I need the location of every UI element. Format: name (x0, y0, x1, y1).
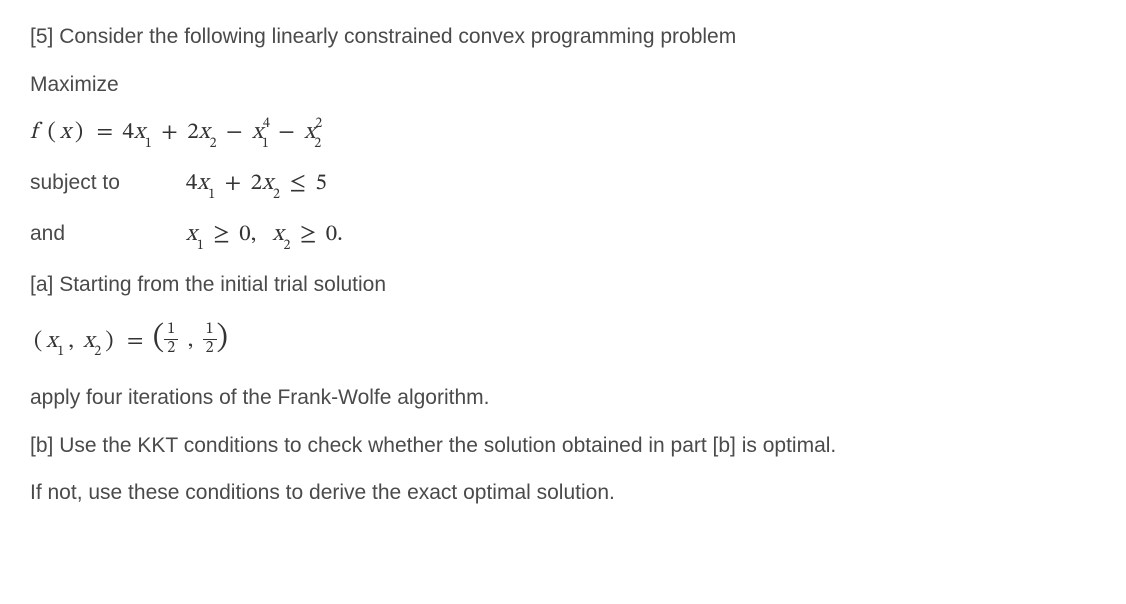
constraint-2: and x1 ≥ 0, x2 ≥ 0. (30, 217, 1096, 254)
part-a-text1: Starting from the initial trial solution (59, 273, 386, 296)
maximize-label: Maximize (30, 68, 1096, 102)
and-label: and (30, 217, 180, 251)
part-a-intro: [a] Starting from the initial trial solu… (30, 268, 1096, 302)
constraint-1: subject to 4x1 + 2x2 ≤ 5 (30, 166, 1096, 203)
objective-function: f (x) = 4x1 + 2x2 − x41 − x22 (30, 115, 1096, 152)
part-b-line2: If not, use these conditions to derive t… (30, 476, 1096, 510)
part-a-label: [a] (30, 273, 53, 296)
part-b-text1: Use the KKT conditions to check whether … (59, 434, 836, 457)
problem-intro-text: Consider the following linearly constrai… (59, 25, 736, 48)
part-b-label: [b] (30, 434, 53, 457)
subject-to-label: subject to (30, 166, 180, 200)
problem-intro: [5] Consider the following linearly cons… (30, 20, 1096, 54)
part-b-line1: [b] Use the KKT conditions to check whet… (30, 429, 1096, 463)
part-a-text2: apply four iterations of the Frank-Wolfe… (30, 381, 1096, 415)
problem-number: [5] (30, 25, 53, 48)
initial-solution: (x1, x2) = (12 , 12) (30, 316, 1096, 367)
